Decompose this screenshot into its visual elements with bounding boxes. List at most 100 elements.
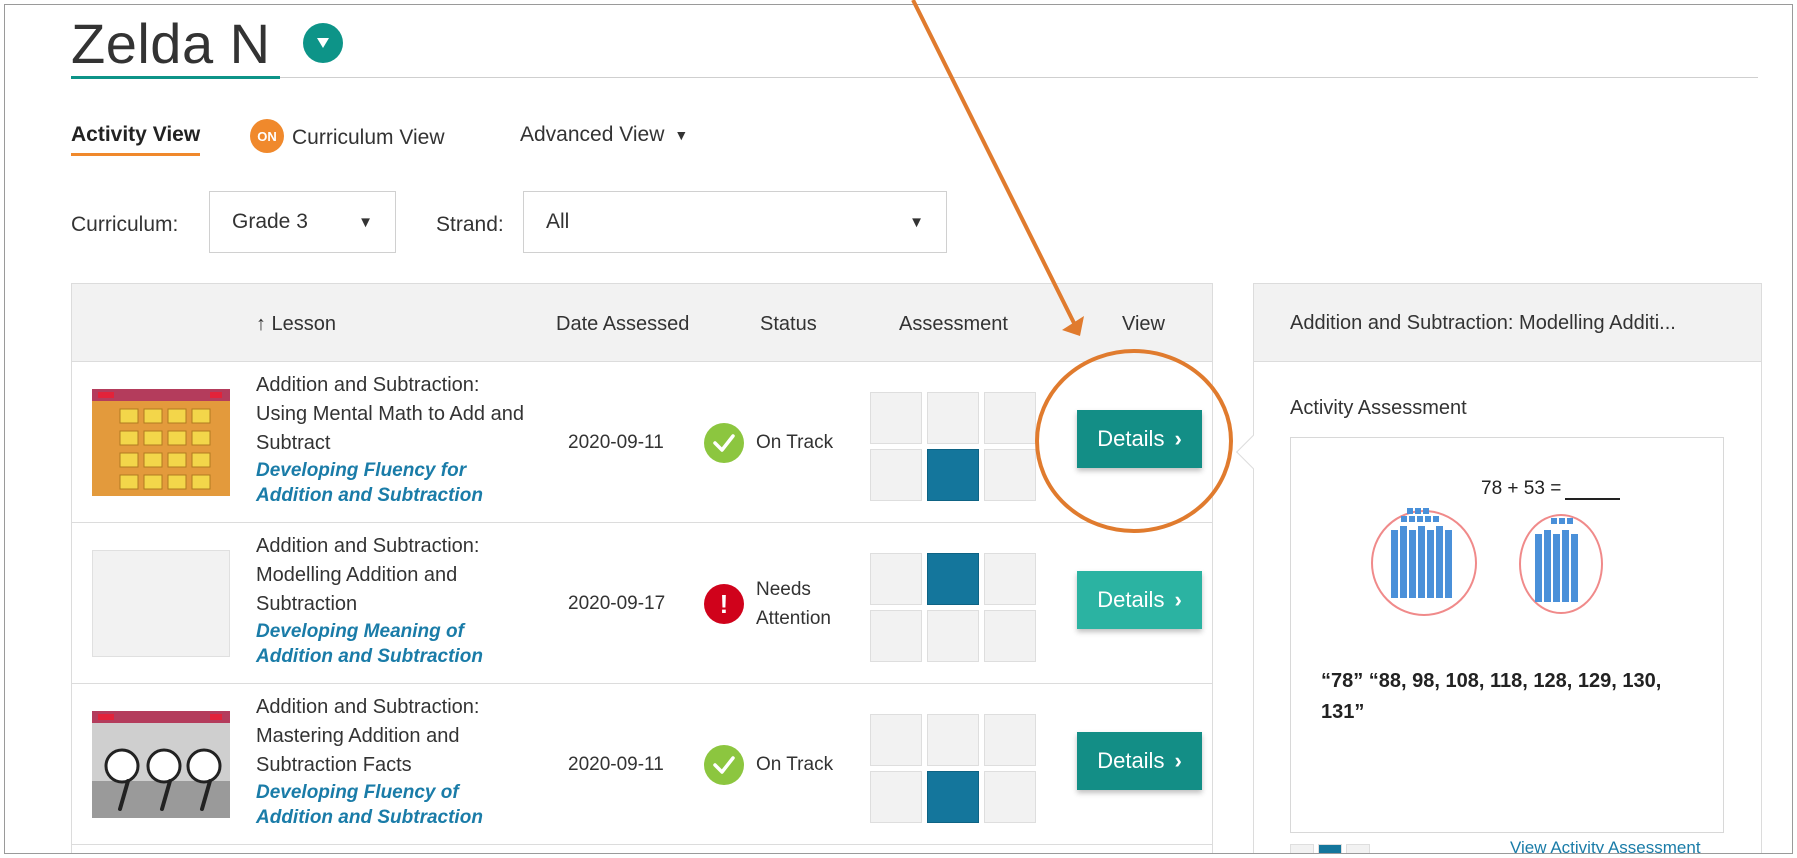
strand-label: Strand: — [436, 213, 504, 236]
base-ten-blocks-icon — [1391, 508, 1452, 598]
on-badge: ON — [250, 119, 284, 153]
table-row: Addition and Subtraction: Modelling Addi… — [72, 523, 1212, 684]
lesson-thumbnail-placeholder[interactable] — [92, 550, 230, 657]
strand-select-value: All — [546, 210, 570, 233]
status-text: On Track — [756, 754, 834, 775]
table-row: Addition and Subtraction: Mastering Addi… — [72, 684, 1212, 845]
status-text-line: Attention — [756, 608, 831, 629]
assessment-grid[interactable] — [870, 392, 1037, 502]
check-circle-icon — [704, 423, 744, 463]
status-text: Needs Attention — [756, 575, 831, 633]
assessment-cell — [984, 449, 1036, 501]
date-assessed: 2020-09-17 — [568, 593, 666, 614]
chevron-right-icon: › — [1174, 426, 1182, 451]
student-name: Zelda N — [71, 12, 271, 75]
mini-assessment-grid — [1290, 844, 1370, 853]
base-ten-blocks-icon — [1535, 518, 1578, 602]
date-assessed: 2020-09-11 — [568, 754, 664, 775]
details-button-label: Details — [1097, 426, 1165, 451]
lesson-strand[interactable]: Developing Fluency for Addition and Subt… — [256, 458, 526, 508]
assessment-detail-panel: Addition and Subtraction: Modelling Addi… — [1236, 283, 1762, 853]
assessment-cell — [870, 610, 922, 662]
tab-advanced-label: Advanced View — [520, 123, 665, 146]
lesson-thumbnail[interactable] — [92, 389, 230, 496]
strand-select[interactable]: All ▼ — [523, 191, 947, 253]
assessment-cell — [870, 553, 922, 605]
chevron-right-icon: › — [1174, 587, 1182, 612]
dropdown-toggle-icon — [317, 38, 329, 48]
header-date-assessed[interactable]: Date Assessed — [556, 313, 689, 336]
details-button-label: Details — [1097, 587, 1165, 612]
mini-assessment-cell — [1290, 844, 1314, 853]
curriculum-select[interactable]: Grade 3 ▼ — [209, 191, 396, 253]
lesson-strand[interactable]: Developing Meaning of Addition and Subtr… — [256, 619, 526, 669]
details-button-label: Details — [1097, 748, 1165, 773]
tab-curriculum-view[interactable]: ON Curriculum View — [250, 119, 445, 153]
header-status[interactable]: Status — [760, 313, 817, 336]
equation-text: 78 + 53 = — [1481, 478, 1562, 499]
assessment-cell — [927, 449, 979, 501]
assessment-cell — [927, 610, 979, 662]
caret-down-icon: ▼ — [358, 213, 373, 231]
caret-down-icon: ▼ — [909, 213, 924, 231]
status-text: On Track — [756, 432, 834, 453]
table-header: ↑ Lesson Date Assessed Status Assessment… — [72, 284, 1212, 362]
date-assessed: 2020-09-11 — [568, 432, 664, 453]
student-dropdown-toggle[interactable] — [303, 23, 343, 63]
lesson-title[interactable]: Addition and Subtraction: Mastering Addi… — [256, 693, 526, 830]
assessment-preview[interactable]: 78 + 53 = “78” “88, 98, 108, 118, 128, 1… — [1290, 437, 1724, 833]
lesson-title[interactable]: Addition and Subtraction: Using Mental M… — [256, 371, 526, 508]
panel-pointer — [1236, 435, 1270, 469]
details-button[interactable]: Details › — [1077, 571, 1202, 629]
tab-activity-view[interactable]: Activity View — [71, 123, 201, 156]
view-activity-assessment-link[interactable]: View Activity Assessment — [1510, 838, 1701, 853]
curriculum-label: Curriculum: — [71, 213, 179, 236]
assessment-cell — [927, 392, 979, 444]
assessment-grid[interactable] — [870, 553, 1037, 663]
assessment-cell — [927, 771, 979, 823]
assessment-cell — [984, 392, 1036, 444]
lesson-thumbnail[interactable] — [92, 711, 230, 818]
header-divider — [71, 77, 1758, 78]
assessment-cell — [927, 553, 979, 605]
student-response-transcript: “78” “88, 98, 108, 118, 128, 129, 130, 1… — [1321, 670, 1662, 723]
assessment-cell — [984, 714, 1036, 766]
alert-circle-icon: ! — [704, 584, 744, 624]
assessment-cell — [927, 714, 979, 766]
header-view: View — [1122, 313, 1165, 335]
panel-title: Addition and Subtraction: Modelling Addi… — [1254, 284, 1761, 362]
assessment-cell — [984, 771, 1036, 823]
mini-assessment-cell — [1318, 844, 1342, 853]
panel-section-label: Activity Assessment — [1290, 397, 1467, 419]
tab-curriculum-label: Curriculum View — [292, 126, 445, 149]
caret-down-icon: ▼ — [674, 127, 689, 143]
details-button[interactable]: Details › — [1077, 410, 1202, 468]
equation: 78 + 53 = — [1481, 478, 1621, 500]
check-circle-icon — [704, 745, 744, 785]
assessment-cell — [870, 392, 922, 444]
header-divider-accent — [71, 76, 280, 79]
assessment-cell — [984, 553, 1036, 605]
chevron-right-icon: › — [1174, 748, 1182, 773]
lesson-strand[interactable]: Developing Fluency of Addition and Subtr… — [256, 780, 526, 830]
assessment-cell — [870, 714, 922, 766]
details-button[interactable]: Details › — [1077, 732, 1202, 790]
assessment-cell — [870, 771, 922, 823]
curriculum-select-value: Grade 3 — [232, 210, 308, 233]
lessons-table: ↑ Lesson Date Assessed Status Assessment… — [71, 283, 1213, 853]
header-assessment[interactable]: Assessment — [899, 313, 1008, 336]
assessment-cell — [984, 610, 1036, 662]
status-text-line: Needs — [756, 579, 811, 600]
lesson-title-text: Addition and Subtraction: Using Mental M… — [256, 374, 524, 454]
equation-blank — [1565, 482, 1621, 500]
table-row: Addition and Subtraction: Using Mental M… — [72, 362, 1212, 523]
assessment-grid[interactable] — [870, 714, 1037, 824]
assessment-cell — [870, 449, 922, 501]
lesson-title[interactable]: Addition and Subtraction: Modelling Addi… — [256, 532, 526, 669]
tab-advanced-view[interactable]: Advanced View ▼ — [520, 123, 688, 147]
mini-assessment-cell — [1346, 844, 1370, 853]
lesson-title-text: Addition and Subtraction: Mastering Addi… — [256, 696, 480, 776]
app-frame: Zelda N Activity View ON Curriculum View… — [4, 4, 1793, 854]
lesson-title-text: Addition and Subtraction: Modelling Addi… — [256, 535, 480, 615]
header-lesson[interactable]: ↑ Lesson — [256, 313, 336, 336]
